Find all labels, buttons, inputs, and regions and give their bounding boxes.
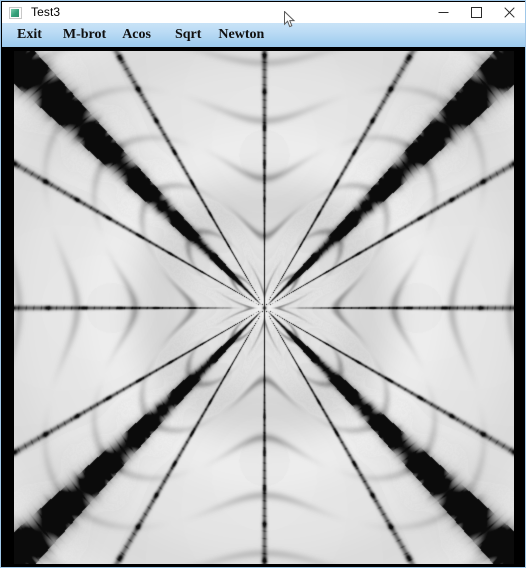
close-icon: [504, 7, 515, 18]
minimize-icon: [438, 12, 449, 13]
minimize-button[interactable]: [427, 2, 460, 23]
app-window: Test3 Exit M-brot Acos Sqrt Newton: [0, 0, 526, 568]
app-window-icon: [8, 5, 24, 21]
menu-item-exit[interactable]: Exit: [15, 23, 44, 47]
close-button[interactable]: [493, 2, 525, 23]
window-controls: [427, 2, 525, 23]
maximize-icon: [471, 7, 482, 18]
window-title: Test3: [31, 5, 61, 19]
fractal-canvas[interactable]: [14, 51, 514, 564]
menu-item-m-brot[interactable]: M-brot: [61, 23, 108, 47]
app-icon-inner: [11, 8, 19, 17]
title-bar[interactable]: Test3: [2, 2, 525, 23]
menu-item-sqrt[interactable]: Sqrt: [173, 23, 203, 47]
maximize-button[interactable]: [460, 2, 493, 23]
menu-bar: Exit M-brot Acos Sqrt Newton: [2, 23, 525, 47]
menu-item-newton[interactable]: Newton: [216, 23, 266, 47]
menu-item-acos[interactable]: Acos: [120, 23, 153, 47]
fractal-render-area[interactable]: [2, 47, 525, 567]
